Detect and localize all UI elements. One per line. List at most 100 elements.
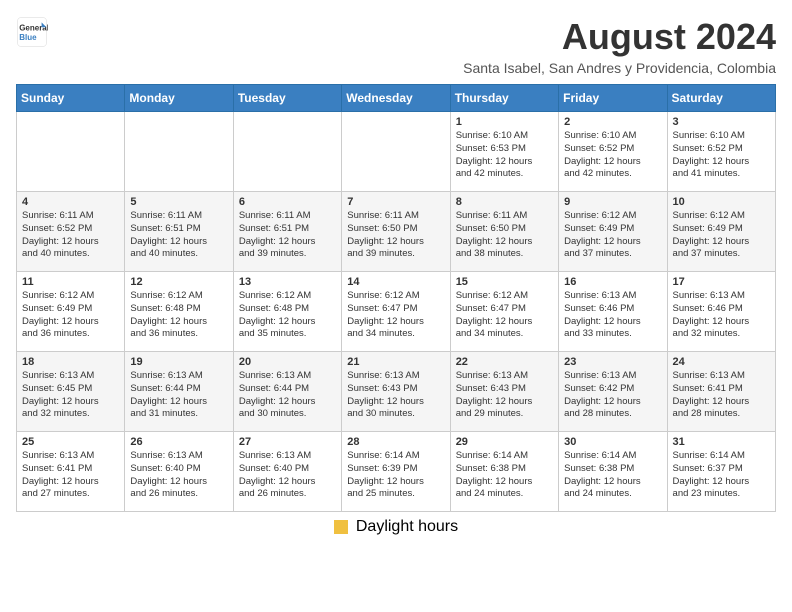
daylight-icon [334,520,348,534]
calendar-cell: 31 Sunrise: 6:14 AM Sunset: 6:37 PM Dayli… [667,432,775,512]
day-info: Sunrise: 6:10 AM Sunset: 6:52 PM Dayligh… [564,130,661,181]
day-number: 26 [130,436,227,448]
weekday-header-tuesday: Tuesday [233,85,341,112]
calendar-cell: 8 Sunrise: 6:11 AM Sunset: 6:50 PM Daylig… [450,192,558,272]
day-info: Sunrise: 6:11 AM Sunset: 6:51 PM Dayligh… [130,210,227,261]
calendar-cell: 10 Sunrise: 6:12 AM Sunset: 6:49 PM Dayli… [667,192,775,272]
calendar-cell: 18 Sunrise: 6:13 AM Sunset: 6:45 PM Dayli… [17,352,125,432]
logo: General Blue [16,16,52,48]
calendar-cell: 15Sunrise: 6:12 AM Sunset: 6:47 PM Dayli… [450,272,558,352]
day-info: Sunrise: 6:13 AM Sunset: 6:41 PM Dayligh… [22,450,119,501]
weekday-header-thursday: Thursday [450,85,558,112]
day-number: 17 [673,276,770,288]
day-number: 27 [239,436,336,448]
calendar-cell: 17 Sunrise: 6:13 AM Sunset: 6:46 PM Dayli… [667,272,775,352]
calendar-cell: 24 Sunrise: 6:13 AM Sunset: 6:41 PM Dayli… [667,352,775,432]
day-number: 24 [673,356,770,368]
calendar-cell: 6 Sunrise: 6:11 AM Sunset: 6:51 PM Daylig… [233,192,341,272]
day-info: Sunrise: 6:11 AM Sunset: 6:51 PM Dayligh… [239,210,336,261]
day-info: Sunrise: 6:10 AM Sunset: 6:52 PM Dayligh… [673,130,770,181]
day-info: Sunrise: 6:12 AM Sunset: 6:49 PM Dayligh… [22,290,119,341]
day-number: 14 [347,276,444,288]
day-number: 15 [456,276,553,288]
day-info: Sunrise: 6:13 AM Sunset: 6:41 PM Dayligh… [673,370,770,421]
calendar-cell: 14 Sunrise: 6:12 AM Sunset: 6:47 PM Dayli… [342,272,450,352]
calendar-cell: 1Sunrise: 6:10 AM Sunset: 6:53 PM Daylig… [450,112,558,192]
title-area: August 2024 Santa Isabel, San Andres y P… [463,16,776,76]
weekday-header-friday: Friday [559,85,667,112]
calendar-cell [17,112,125,192]
day-number: 16 [564,276,661,288]
calendar-cell: 22Sunrise: 6:13 AM Sunset: 6:43 PM Dayli… [450,352,558,432]
day-number: 10 [673,196,770,208]
day-number: 23 [564,356,661,368]
day-number: 8 [456,196,553,208]
svg-text:Blue: Blue [19,33,37,42]
day-number: 4 [22,196,119,208]
day-info: Sunrise: 6:13 AM Sunset: 6:43 PM Dayligh… [347,370,444,421]
calendar-week-2: 4 Sunrise: 6:11 AM Sunset: 6:52 PM Daylig… [17,192,776,272]
day-info: Sunrise: 6:12 AM Sunset: 6:49 PM Dayligh… [564,210,661,261]
calendar-table: SundayMondayTuesdayWednesdayThursdayFrid… [16,84,776,512]
calendar-cell: 25 Sunrise: 6:13 AM Sunset: 6:41 PM Dayli… [17,432,125,512]
calendar-cell: 26 Sunrise: 6:13 AM Sunset: 6:40 PM Dayli… [125,432,233,512]
header: General Blue August 2024 Santa Isabel, S… [16,16,776,76]
day-info: Sunrise: 6:13 AM Sunset: 6:40 PM Dayligh… [130,450,227,501]
weekday-header-wednesday: Wednesday [342,85,450,112]
calendar-cell: 29Sunrise: 6:14 AM Sunset: 6:38 PM Dayli… [450,432,558,512]
day-info: Sunrise: 6:11 AM Sunset: 6:52 PM Dayligh… [22,210,119,261]
calendar-cell: 2 Sunrise: 6:10 AM Sunset: 6:52 PM Daylig… [559,112,667,192]
weekday-header-saturday: Saturday [667,85,775,112]
day-info: Sunrise: 6:14 AM Sunset: 6:38 PM Dayligh… [456,450,553,501]
day-info: Sunrise: 6:13 AM Sunset: 6:46 PM Dayligh… [673,290,770,341]
calendar-cell: 20 Sunrise: 6:13 AM Sunset: 6:44 PM Dayli… [233,352,341,432]
day-number: 3 [673,116,770,128]
calendar-cell: 21 Sunrise: 6:13 AM Sunset: 6:43 PM Dayli… [342,352,450,432]
day-info: Sunrise: 6:14 AM Sunset: 6:39 PM Dayligh… [347,450,444,501]
day-number: 21 [347,356,444,368]
calendar-cell [342,112,450,192]
calendar-week-4: 18 Sunrise: 6:13 AM Sunset: 6:45 PM Dayli… [17,352,776,432]
logo-icon: General Blue [16,16,48,48]
day-number: 5 [130,196,227,208]
day-info: Sunrise: 6:14 AM Sunset: 6:37 PM Dayligh… [673,450,770,501]
calendar-cell: 13Sunrise: 6:12 AM Sunset: 6:48 PM Dayli… [233,272,341,352]
calendar-cell: 12 Sunrise: 6:12 AM Sunset: 6:48 PM Dayli… [125,272,233,352]
day-info: Sunrise: 6:13 AM Sunset: 6:45 PM Dayligh… [22,370,119,421]
day-number: 20 [239,356,336,368]
subtitle: Santa Isabel, San Andres y Providencia, … [463,60,776,76]
calendar-week-1: 1Sunrise: 6:10 AM Sunset: 6:53 PM Daylig… [17,112,776,192]
day-info: Sunrise: 6:12 AM Sunset: 6:48 PM Dayligh… [130,290,227,341]
day-info: Sunrise: 6:13 AM Sunset: 6:44 PM Dayligh… [239,370,336,421]
day-info: Sunrise: 6:10 AM Sunset: 6:53 PM Dayligh… [456,130,553,181]
day-info: Sunrise: 6:14 AM Sunset: 6:38 PM Dayligh… [564,450,661,501]
day-info: Sunrise: 6:12 AM Sunset: 6:48 PM Dayligh… [239,290,336,341]
day-info: Sunrise: 6:12 AM Sunset: 6:47 PM Dayligh… [347,290,444,341]
day-number: 31 [673,436,770,448]
day-number: 11 [22,276,119,288]
calendar-cell: 3 Sunrise: 6:10 AM Sunset: 6:52 PM Daylig… [667,112,775,192]
day-number: 12 [130,276,227,288]
calendar-week-3: 11 Sunrise: 6:12 AM Sunset: 6:49 PM Dayli… [17,272,776,352]
day-info: Sunrise: 6:11 AM Sunset: 6:50 PM Dayligh… [347,210,444,261]
calendar-cell: 27Sunrise: 6:13 AM Sunset: 6:40 PM Dayli… [233,432,341,512]
calendar-cell: 7Sunrise: 6:11 AM Sunset: 6:50 PM Daylig… [342,192,450,272]
day-info: Sunrise: 6:12 AM Sunset: 6:49 PM Dayligh… [673,210,770,261]
day-number: 2 [564,116,661,128]
calendar-cell: 23 Sunrise: 6:13 AM Sunset: 6:42 PM Dayli… [559,352,667,432]
weekday-header-sunday: Sunday [17,85,125,112]
day-number: 9 [564,196,661,208]
calendar-cell: 5 Sunrise: 6:11 AM Sunset: 6:51 PM Daylig… [125,192,233,272]
footer-bar: Daylight hours [16,518,776,536]
day-number: 25 [22,436,119,448]
calendar-cell: 9 Sunrise: 6:12 AM Sunset: 6:49 PM Daylig… [559,192,667,272]
weekday-header-monday: Monday [125,85,233,112]
day-info: Sunrise: 6:11 AM Sunset: 6:50 PM Dayligh… [456,210,553,261]
calendar-cell: 4 Sunrise: 6:11 AM Sunset: 6:52 PM Daylig… [17,192,125,272]
calendar-cell [233,112,341,192]
day-info: Sunrise: 6:13 AM Sunset: 6:44 PM Dayligh… [130,370,227,421]
day-number: 18 [22,356,119,368]
day-info: Sunrise: 6:13 AM Sunset: 6:42 PM Dayligh… [564,370,661,421]
day-number: 6 [239,196,336,208]
day-info: Sunrise: 6:13 AM Sunset: 6:46 PM Dayligh… [564,290,661,341]
